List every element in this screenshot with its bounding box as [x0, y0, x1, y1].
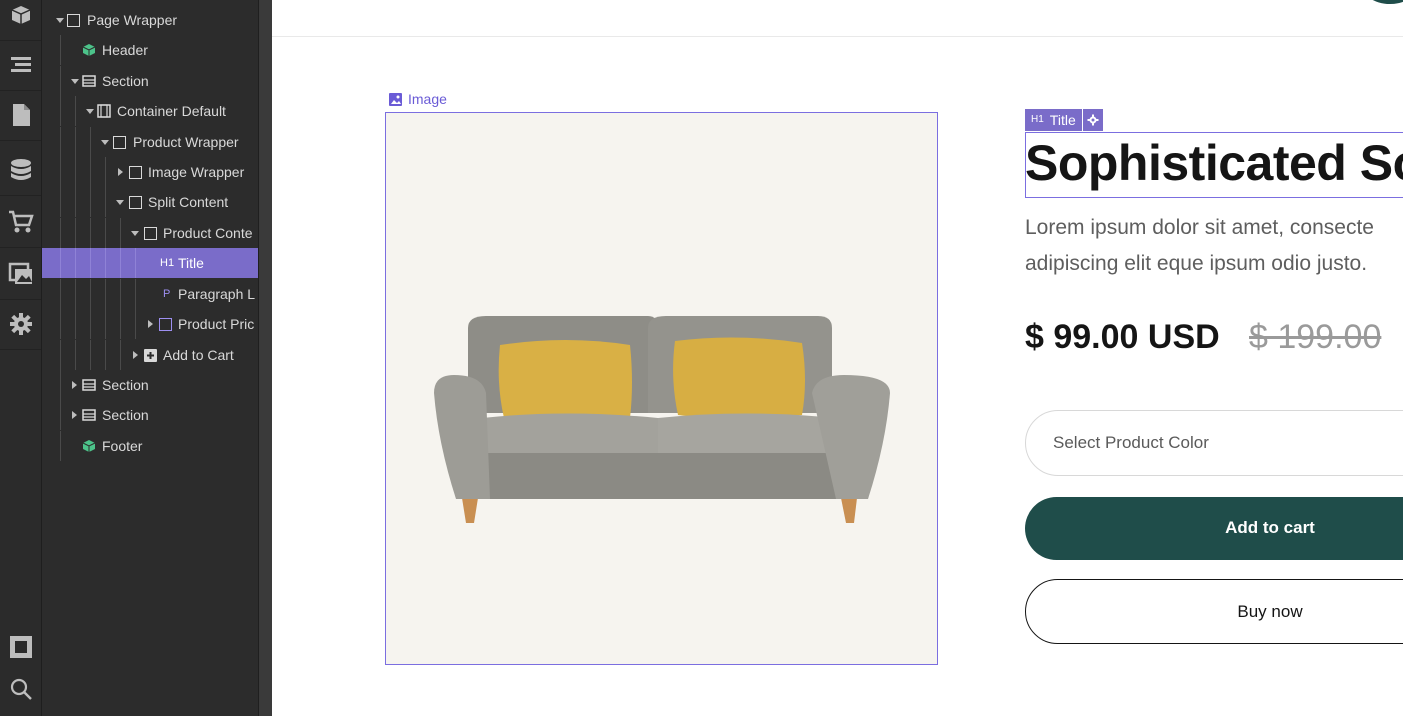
heading-icon: H1 [160, 257, 175, 269]
element-settings-gear-icon[interactable] [1082, 109, 1103, 131]
tree-item-footer[interactable]: Footer [42, 431, 258, 461]
tree-item-product-price[interactable]: Product Pric [42, 309, 258, 339]
cms-icon[interactable] [0, 145, 41, 196]
paragraph-icon: P [163, 288, 171, 300]
design-canvas: Image H1 Title Sophisticated So Lorem ip… [272, 0, 1403, 716]
ecommerce-cart-icon[interactable] [0, 197, 41, 248]
site-logo [1360, 0, 1403, 4]
caret-down-icon[interactable] [131, 231, 139, 236]
navigator-icon[interactable] [0, 40, 41, 91]
caret-down-icon[interactable] [101, 140, 109, 145]
caret-right-icon[interactable] [72, 411, 77, 419]
search-icon[interactable] [0, 664, 41, 714]
tree-item-header[interactable]: Header [42, 35, 258, 65]
caret-right-icon[interactable] [118, 168, 123, 176]
title-element-tag[interactable]: H1 Title [1025, 109, 1103, 131]
caret-right-icon[interactable] [148, 320, 153, 328]
caret-right-icon[interactable] [133, 351, 138, 359]
add-to-cart-icon [144, 349, 157, 362]
add-elements-icon[interactable] [0, 0, 41, 41]
tree-item-product-content[interactable]: Product Conte [42, 218, 258, 248]
caret-down-icon[interactable] [86, 109, 94, 114]
box-outline-icon [113, 136, 126, 149]
sofa-image [434, 316, 890, 523]
caret-down-icon[interactable] [116, 200, 124, 205]
tree-item-section[interactable]: Section [42, 66, 258, 96]
tree-item-image-wrapper[interactable]: Image Wrapper [42, 157, 258, 187]
tree-item-product-wrapper[interactable]: Product Wrapper [42, 127, 258, 157]
product-price: $ 99.00 USD [1025, 318, 1220, 356]
compare-at-price: $ 199.00 [1249, 318, 1382, 356]
tree-item-add-to-cart[interactable]: Add to Cart [42, 340, 258, 370]
tree-item-container-default[interactable]: Container Default [42, 96, 258, 126]
product-title[interactable]: Sophisticated So [1025, 134, 1403, 192]
tree-item-section[interactable]: Section [42, 400, 258, 430]
box-outline-icon [144, 227, 157, 240]
pages-icon[interactable] [0, 90, 41, 141]
heading-icon: H1 [1031, 114, 1044, 125]
add-to-cart-button[interactable]: Add to cart [1025, 497, 1403, 560]
caret-right-icon[interactable] [72, 381, 77, 389]
container-icon [97, 104, 111, 118]
caret-down-icon[interactable] [71, 79, 79, 84]
navbar-divider [272, 36, 1403, 37]
box-outline-icon [159, 318, 172, 331]
tree-item-section[interactable]: Section [42, 370, 258, 400]
caret-down-icon[interactable] [56, 18, 64, 23]
product-color-select[interactable]: Select Product Color [1025, 410, 1403, 476]
tree-item-split-content[interactable]: Split Content [42, 187, 258, 217]
product-description[interactable]: Lorem ipsum dolor sit amet, consecte adi… [1025, 210, 1403, 282]
tree-item-page-wrapper[interactable]: Page Wrapper [42, 5, 258, 35]
product-image[interactable] [385, 112, 938, 665]
section-icon [82, 409, 96, 421]
section-icon [82, 75, 96, 87]
tree-item-paragraph[interactable]: P Paragraph L [42, 279, 258, 309]
image-icon [389, 92, 402, 106]
box-outline-icon [129, 196, 142, 209]
tree-item-title[interactable]: H1 Title [42, 248, 258, 278]
left-toolbar [0, 0, 42, 716]
settings-gear-icon[interactable] [0, 299, 41, 350]
section-icon [82, 379, 96, 391]
panel-resize-handle[interactable] [258, 0, 273, 716]
navigator-panel: Page Wrapper Header Section Container De… [42, 0, 258, 716]
image-element-label[interactable]: Image [389, 91, 447, 107]
box-outline-icon [129, 166, 142, 179]
assets-icon[interactable] [0, 249, 41, 300]
component-icon [82, 44, 96, 56]
box-outline-icon [67, 14, 80, 27]
buy-now-button[interactable]: Buy now [1025, 579, 1403, 644]
component-icon [82, 440, 96, 452]
